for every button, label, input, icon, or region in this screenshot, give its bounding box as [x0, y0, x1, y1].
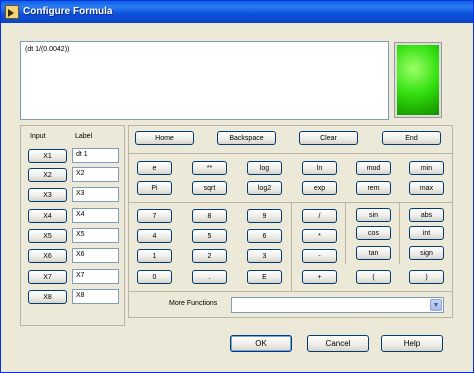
digit-6-button[interactable]: 6: [247, 229, 282, 243]
rem-button[interactable]: rem: [356, 181, 391, 195]
sign-button[interactable]: sign: [409, 246, 444, 260]
decimal-point-button[interactable]: .: [192, 270, 227, 284]
digit-2-button[interactable]: 2: [192, 249, 227, 263]
editing-row-divider: [129, 153, 452, 154]
backspace-button[interactable]: Backspace: [217, 131, 276, 145]
mod-button[interactable]: mod: [356, 161, 391, 175]
input-x2-button[interactable]: X2: [28, 168, 67, 182]
exp-button[interactable]: exp: [302, 181, 337, 195]
chevron-down-icon[interactable]: ▼: [430, 299, 442, 311]
end-button[interactable]: End: [382, 131, 441, 145]
cancel-button[interactable]: Cancel: [307, 335, 369, 352]
cos-button[interactable]: cos: [356, 226, 391, 240]
label-x4-field[interactable]: X4: [72, 208, 119, 223]
digit-1-button[interactable]: 1: [137, 249, 172, 263]
label-x1-field[interactable]: dt 1: [72, 148, 119, 163]
home-button[interactable]: Home: [135, 131, 194, 145]
sin-button[interactable]: sin: [356, 208, 391, 222]
ok-button[interactable]: OK: [230, 335, 292, 352]
formula-expression-field[interactable]: (dt 1/(0.0042)): [20, 41, 389, 120]
formula-status-led-icon: [394, 42, 442, 118]
int-button[interactable]: int: [409, 226, 444, 240]
multiply-button[interactable]: *: [302, 229, 337, 243]
left-paren-button[interactable]: (: [356, 270, 391, 284]
pi-button[interactable]: Pi: [137, 181, 172, 195]
digit-8-button[interactable]: 8: [192, 209, 227, 223]
label-x7-field[interactable]: X7: [72, 269, 119, 284]
label-x6-field[interactable]: X6: [72, 248, 119, 263]
input-x8-button[interactable]: X8: [28, 290, 67, 304]
window-title: Configure Formula: [23, 6, 113, 17]
keypad-divider: [291, 203, 292, 291]
input-x1-button[interactable]: X1: [28, 149, 67, 163]
subtract-button[interactable]: -: [302, 249, 337, 263]
label-x5-field[interactable]: X5: [72, 228, 119, 243]
clear-button[interactable]: Clear: [299, 131, 358, 145]
add-button[interactable]: +: [302, 270, 337, 284]
more-functions-dropdown[interactable]: ▼: [231, 297, 444, 313]
label-x2-field[interactable]: X2: [72, 167, 119, 182]
trig-divider: [399, 203, 400, 264]
digit-3-button[interactable]: 3: [247, 249, 282, 263]
help-button[interactable]: Help: [381, 335, 443, 352]
max-button[interactable]: max: [409, 181, 444, 195]
divide-button[interactable]: /: [302, 209, 337, 223]
input-x3-button[interactable]: X3: [28, 188, 67, 202]
sqrt-button[interactable]: sqrt: [192, 181, 227, 195]
digit-0-button[interactable]: 0: [137, 270, 172, 284]
digit-4-button[interactable]: 4: [137, 229, 172, 243]
digit-5-button[interactable]: 5: [192, 229, 227, 243]
labview-icon: [5, 5, 19, 19]
min-button[interactable]: min: [409, 161, 444, 175]
digit-7-button[interactable]: 7: [137, 209, 172, 223]
label-column-header: Label: [75, 133, 93, 140]
exponent-e-button[interactable]: E: [247, 270, 282, 284]
configure-formula-dialog: Configure Formula (dt 1/(0.0042)) Input …: [0, 0, 474, 373]
power-button[interactable]: **: [192, 161, 227, 175]
title-bar[interactable]: Configure Formula: [1, 1, 473, 23]
label-x8-field[interactable]: X8: [72, 289, 119, 304]
input-x4-button[interactable]: X4: [28, 209, 67, 223]
more-functions-label: More Functions: [169, 300, 218, 307]
abs-button[interactable]: abs: [409, 208, 444, 222]
log2-button[interactable]: log2: [247, 181, 282, 195]
right-paren-button[interactable]: ): [409, 270, 444, 284]
input-x5-button[interactable]: X5: [28, 229, 67, 243]
keypad-bottom-divider: [129, 291, 452, 292]
e-button[interactable]: e: [137, 161, 172, 175]
log-button[interactable]: log: [247, 161, 282, 175]
operator-divider: [345, 203, 346, 264]
input-x7-button[interactable]: X7: [28, 270, 67, 284]
input-column-header: Input: [30, 133, 46, 140]
tan-button[interactable]: tan: [356, 246, 391, 260]
input-x6-button[interactable]: X6: [28, 249, 67, 263]
digit-9-button[interactable]: 9: [247, 209, 282, 223]
label-x3-field[interactable]: X3: [72, 187, 119, 202]
ln-button[interactable]: ln: [302, 161, 337, 175]
